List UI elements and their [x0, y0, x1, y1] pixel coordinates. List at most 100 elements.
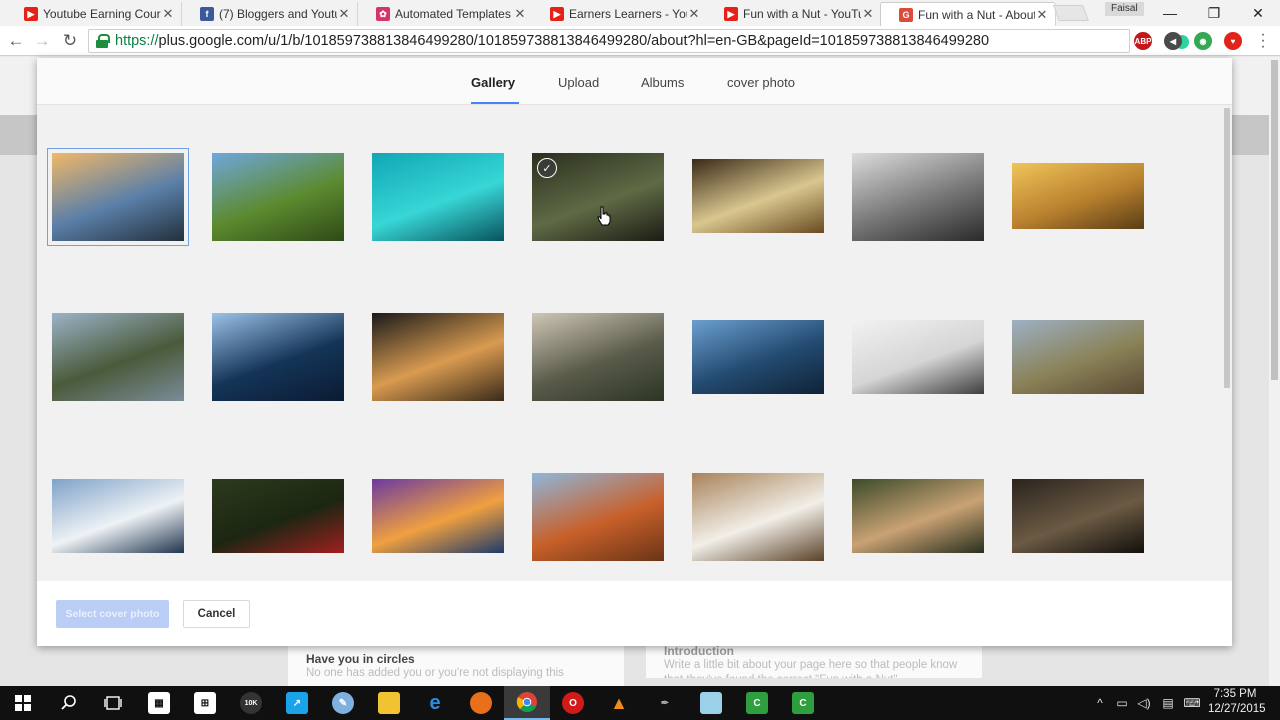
volume-icon[interactable]: ◁)	[1134, 686, 1154, 720]
tab-close-icon[interactable]: ✕	[861, 6, 875, 22]
gallery-thumbnail-city-skyline[interactable]	[692, 320, 824, 394]
windows-taskbar: ▦ ⊞ 10K ↗ ✎ e O ▲ ✒ C C ^ ▭ ◁) ▤ ⌨ 7:35 …	[0, 686, 1280, 720]
gallery-thumbnail-forest-lake[interactable]	[212, 479, 344, 553]
notifications-icon[interactable]: ▤	[1158, 686, 1178, 720]
gallery-thumbnail-mossy-forest[interactable]: ✓	[532, 153, 664, 241]
gallery-thumbnail-sand-footprints[interactable]	[1012, 479, 1144, 553]
task-view-icon[interactable]	[90, 686, 136, 720]
gallery-thumbnail-latte-cup[interactable]	[692, 473, 824, 561]
circles-card-title: Have you in circles	[306, 652, 415, 666]
clock-time: 7:35 PM	[1213, 688, 1257, 700]
camtasia-icon[interactable]: C	[734, 686, 780, 720]
restore-icon[interactable]: ❐	[1192, 0, 1236, 26]
select-cover-photo-button[interactable]: Select cover photo	[56, 600, 169, 628]
dialog-tabs: Gallery Upload Albums cover photo	[37, 58, 1232, 105]
gallery-thumbnail-waterfall-valley[interactable]	[212, 153, 344, 241]
gallery-thumbnail-fox-cubs[interactable]	[852, 479, 984, 553]
opera-icon[interactable]: O	[550, 686, 596, 720]
tab-close-icon[interactable]: ✕	[161, 6, 175, 22]
close-window-icon[interactable]: ✕	[1236, 0, 1280, 26]
file-explorer-icon[interactable]	[366, 686, 412, 720]
gallery-thumbnail-elephants[interactable]	[1012, 320, 1144, 394]
tab-favicon-icon: ▶	[550, 7, 564, 21]
cancel-button[interactable]: Cancel	[183, 600, 250, 628]
check-icon[interactable]: ✓	[537, 158, 557, 178]
tab-close-icon[interactable]: ✕	[1035, 7, 1049, 23]
lock-icon	[95, 34, 110, 48]
search-icon[interactable]	[46, 686, 92, 720]
chrome-icon[interactable]	[504, 686, 550, 720]
tab-favicon-icon: ▶	[724, 7, 738, 21]
gallery-thumbnail-lake-house[interactable]	[52, 313, 184, 401]
introduction-card-title: Introduction	[664, 644, 734, 658]
tab-close-icon[interactable]: ✕	[337, 6, 351, 22]
arrow-app-icon[interactable]: ↗	[274, 686, 320, 720]
address-bar[interactable]: https://plus.google.com/u/1/b/1018597388…	[88, 29, 1208, 53]
extension-icon[interactable]: ◉	[1194, 32, 1212, 50]
tab-close-icon[interactable]: ✕	[687, 6, 701, 22]
browser-tab[interactable]: G Fun with a Nut - About ✕	[880, 2, 1056, 26]
pen-app-icon[interactable]: ✒	[642, 686, 688, 720]
extension-icon[interactable]: ◀	[1164, 32, 1182, 50]
battery-icon[interactable]: ▭	[1112, 686, 1132, 720]
circles-card-text: No one has added you or you're not displ…	[306, 667, 564, 679]
extension-icon[interactable]: ♥	[1224, 32, 1242, 50]
video-editor-icon[interactable]: ▦	[136, 686, 182, 720]
gallery-thumbnail-coast-sunset[interactable]	[47, 148, 189, 246]
tab-favicon-icon: ▶	[24, 7, 38, 21]
browser-tab[interactable]: f (7) Bloggers and Youtub ✕	[182, 2, 358, 26]
profile-name[interactable]: Faisal	[1105, 2, 1144, 16]
extension-icon[interactable]: ABP	[1134, 32, 1152, 50]
tab-title: Automated Templates	[395, 7, 511, 21]
browser-tab[interactable]: ▶ Youtube Earning Course ✕	[6, 2, 182, 26]
browser-toolbar: ← → ↻ https://plus.google.com/u/1/b/1018…	[0, 26, 1280, 56]
tab-favicon-icon: G	[899, 7, 913, 22]
menu-icon[interactable]: · · ·	[1258, 27, 1268, 55]
page-scrollbar-thumb[interactable]	[1271, 60, 1278, 380]
minimize-icon[interactable]: —	[1148, 0, 1192, 26]
reload-icon[interactable]: ↻	[58, 30, 82, 52]
camtasia-recorder-icon[interactable]: C	[780, 686, 826, 720]
keyboard-icon[interactable]: ⌨	[1182, 686, 1202, 720]
app-10k-icon[interactable]: 10K	[228, 686, 274, 720]
gallery-thumbnail-snowman[interactable]	[52, 479, 184, 553]
back-icon[interactable]: ←	[4, 30, 28, 52]
gallery-thumbnail-lion-bw[interactable]	[852, 153, 984, 241]
gallery-thumbnail-birch-trees[interactable]	[692, 159, 824, 233]
tab-gallery[interactable]: Gallery	[471, 58, 515, 105]
gallery-thumbnail-savanna-gold[interactable]	[1012, 163, 1144, 229]
gallery-thumbnail-cyan-fibers[interactable]	[372, 153, 504, 241]
firefox-icon[interactable]	[458, 686, 504, 720]
photo-gallery: ✓	[37, 105, 1232, 581]
introduction-card-text: Write a little bit about your page here …	[664, 659, 958, 678]
gallery-thumbnail-delicate-arch[interactable]	[532, 473, 664, 561]
notepad-icon[interactable]	[688, 686, 734, 720]
browser-tab[interactable]: ▶ Fun with a Nut - YouTube✕	[706, 2, 882, 26]
start-icon[interactable]	[0, 686, 46, 720]
vlc-icon[interactable]: ▲	[596, 686, 642, 720]
forward-icon[interactable]: →	[30, 30, 54, 52]
tab-close-icon[interactable]: ✕	[513, 6, 527, 22]
tray-chevron-icon[interactable]: ^	[1090, 686, 1110, 720]
store-icon[interactable]: ⊞	[182, 686, 228, 720]
tab-upload[interactable]: Upload	[558, 58, 599, 105]
gallery-thumbnail-snowy-pines[interactable]	[852, 320, 984, 394]
cover-photo-dialog: Gallery Upload Albums cover photo ✓ Sele…	[37, 58, 1232, 646]
new-tab-button[interactable]	[1053, 5, 1089, 21]
browser-tab[interactable]: ✿ Automated Templates ✕	[358, 2, 534, 26]
tab-title: Fun with a Nut - About	[918, 7, 1035, 22]
gallery-thumbnail-tunnel-lights[interactable]	[372, 313, 504, 401]
taskbar-clock[interactable]: 7:35 PM 12/27/2015	[1208, 687, 1266, 717]
gallery-scrollbar-thumb[interactable]	[1224, 108, 1230, 388]
tab-title: (7) Bloggers and Youtub	[219, 7, 337, 21]
gallery-thumbnail-purple-sunset[interactable]	[372, 479, 504, 553]
edge-icon[interactable]: e	[412, 686, 458, 720]
tab-cover-photo[interactable]: cover photo	[727, 58, 795, 105]
gallery-thumbnail-river-gorge[interactable]	[532, 313, 664, 401]
paint-icon[interactable]: ✎	[320, 686, 366, 720]
browser-tab-strip: ▶ Youtube Earning Course ✕ f (7) Bloggers an…	[0, 0, 1280, 26]
clock-date: 12/27/2015	[1208, 703, 1266, 715]
browser-tab[interactable]: ▶ Earners Learners - YouTu✕	[532, 2, 708, 26]
tab-albums[interactable]: Albums	[641, 58, 684, 105]
gallery-thumbnail-glass-building[interactable]	[212, 313, 344, 401]
